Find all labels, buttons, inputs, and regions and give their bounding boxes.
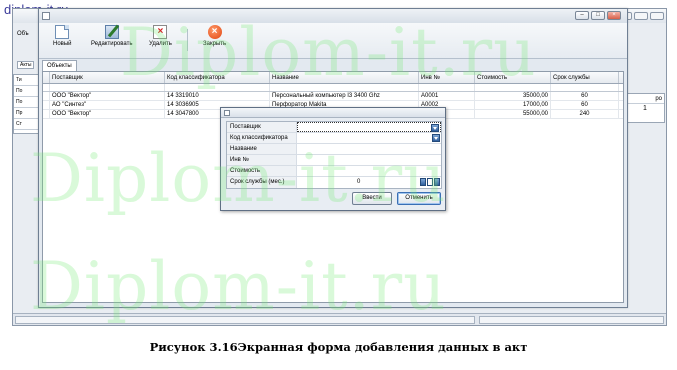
row-selector[interactable] [43,110,50,118]
supplier-label: Поставщик [227,122,297,132]
background-right-panel: ро 1 [625,93,665,123]
column-header-filler [619,72,623,83]
new-button-label: Новый [53,41,72,47]
cell-service-life[interactable]: 240 [551,110,619,118]
add-record-dialog: Поставщик Код классификатора Название Ин… [220,107,446,211]
dialog-form: Поставщик Код классификатора Название Ин… [226,121,442,189]
chevron-up-icon[interactable] [427,178,433,186]
status-segment [15,316,475,324]
cell-supplier[interactable]: АО "Синтез" [50,101,165,109]
toolbar-separator [187,29,188,51]
column-header[interactable]: Срок службы [551,72,619,83]
service-life-label: Срок службы (мес.) [227,177,297,188]
table-header: Поставщик Код классификатора Название Ин… [43,72,623,84]
row-selector-header [43,72,50,83]
app-icon [42,12,50,20]
edit-icon [104,25,119,39]
status-segment [479,316,664,324]
new-button[interactable]: Новый [53,25,72,47]
edit-button-label: Редактировать [91,41,133,47]
form-row-service-life: Срок службы (мес.) 0 [227,177,441,188]
background-close-button[interactable] [650,12,664,20]
column-header[interactable]: Инв № [419,72,475,83]
cell-name[interactable]: Персональный компьютер I3 3400 Ghz [270,92,419,100]
close-button-label: Закрыть [203,41,227,47]
background-maximize-button[interactable] [634,12,648,20]
tab-objects[interactable]: Объекты [42,60,77,71]
column-header[interactable]: Название [270,72,419,83]
filter-row[interactable] [43,84,623,92]
delete-button[interactable]: × Удалить [149,25,172,47]
submit-button[interactable]: Ввести [352,192,392,205]
form-row-classifier: Код классификатора [227,133,441,144]
cell-cost[interactable]: 17000,00 [475,101,551,109]
form-row-inventory: Инв № [227,155,441,166]
delete-icon: × [153,25,168,39]
dialog-app-icon [224,110,230,116]
close-window-button[interactable]: × [607,11,621,20]
delete-button-label: Удалить [149,41,172,47]
window-titlebar: – □ × [39,9,627,23]
background-tab-fragment[interactable]: Акты [17,61,35,69]
new-document-icon [55,25,70,39]
cancel-button[interactable]: Отменить [397,192,441,205]
classifier-select[interactable] [297,133,441,143]
form-row-supplier: Поставщик [227,122,441,133]
chevron-down-icon[interactable] [431,124,439,132]
name-label: Название [227,144,297,154]
cell-service-life[interactable]: 60 [551,101,619,109]
background-statusbar [13,313,666,325]
inventory-input[interactable] [297,155,441,165]
background-right-header: ро [626,94,664,104]
maximize-button[interactable]: □ [591,11,605,20]
background-toolbar-fragment[interactable]: Объ [17,31,29,37]
column-header[interactable]: Код классификатора [165,72,270,83]
figure-caption: Рисунок 3.16Экранная форма добавления да… [149,340,528,354]
service-life-value: 0 [357,179,361,185]
chevron-down-icon[interactable] [432,134,440,142]
tab-bar: Объекты [39,59,627,71]
chevron-down-icon[interactable] [420,178,426,186]
minimize-button[interactable]: – [575,11,589,20]
dialog-titlebar [221,108,445,118]
cell-inventory-number[interactable]: А0001 [419,92,475,100]
toolbar: Новый Редактировать × Удалить × Закрыть [39,23,627,59]
supplier-select[interactable] [297,122,441,132]
classifier-label: Код классификатора [227,133,297,143]
column-header[interactable]: Поставщик [50,72,165,83]
edit-button[interactable]: Редактировать [91,25,132,47]
inventory-label: Инв № [227,155,297,165]
chevron-right-icon[interactable] [434,178,440,186]
cell-service-life[interactable]: 60 [551,92,619,100]
cost-label: Стоимость [227,166,297,176]
column-header[interactable]: Стоимость [475,72,551,83]
background-right-value: 1 [643,105,647,112]
cell-cost[interactable]: 55000,00 [475,110,551,118]
form-row-name: Название [227,144,441,155]
close-button[interactable]: × Закрыть [203,25,226,47]
service-life-spinner[interactable]: 0 [297,177,441,188]
row-selector[interactable] [43,101,50,109]
close-circle-icon: × [207,25,222,39]
row-selector[interactable] [43,92,50,100]
spinner-buttons [420,178,440,186]
cell-classifier-code[interactable]: 14 3319010 [165,92,270,100]
cell-supplier[interactable]: ООО "Вектор" [50,110,165,118]
table-row[interactable]: ООО "Вектор" 14 3319010 Персональный ком… [43,92,623,101]
name-input[interactable] [297,144,441,154]
cell-cost[interactable]: 35000,00 [475,92,551,100]
form-row-cost: Стоимость [227,166,441,177]
cost-input[interactable] [297,166,441,176]
cell-supplier[interactable]: ООО "Вектор" [50,92,165,100]
window-controls: – □ × [575,11,621,20]
